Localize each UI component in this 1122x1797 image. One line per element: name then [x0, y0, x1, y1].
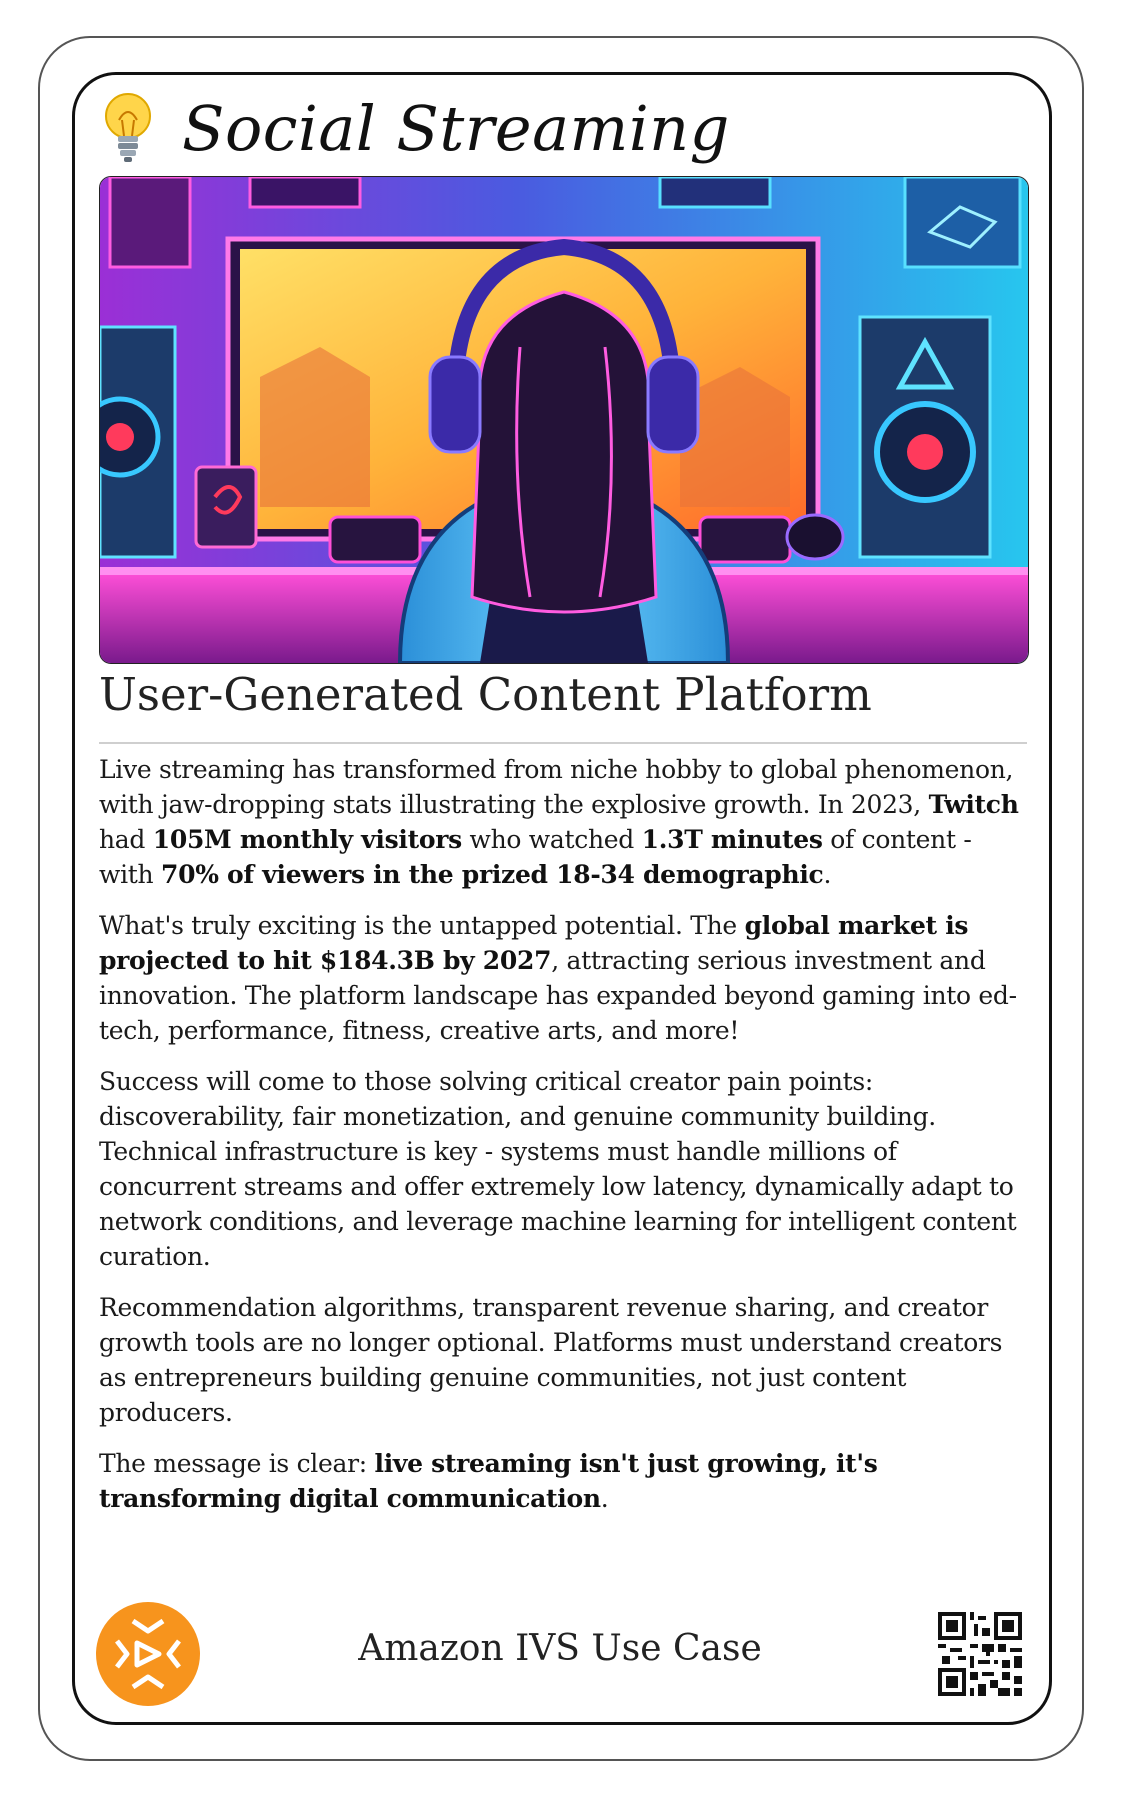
- paragraph-5: The message is clear: live streaming isn…: [99, 1449, 878, 1513]
- subtitle-divider: [99, 742, 1027, 744]
- qr-code-icon[interactable]: [934, 1608, 1026, 1700]
- paragraph-4: Recommendation algorithms, transparent r…: [99, 1293, 1003, 1427]
- paragraph-2: What's truly exciting is the untapped po…: [99, 911, 1017, 1045]
- hero-illustration-streamer: [99, 176, 1029, 664]
- streamer-illustration: [100, 177, 1028, 663]
- card-subtitle: User-Generated Content Platform: [99, 668, 872, 721]
- amazon-ivs-logo-icon: [96, 1602, 200, 1706]
- paragraph-3: Success will come to those solving criti…: [99, 1067, 1017, 1271]
- footer-label: Amazon IVS Use Case: [358, 1628, 762, 1669]
- paragraph-1: Live streaming has transformed from nich…: [99, 755, 1019, 889]
- lightbulb-icon: [105, 93, 151, 162]
- card-title: Social Streaming: [182, 91, 730, 165]
- body-text: Live streaming has transformed from nich…: [99, 752, 1029, 1532]
- card-header: Social Streaming: [100, 88, 730, 168]
